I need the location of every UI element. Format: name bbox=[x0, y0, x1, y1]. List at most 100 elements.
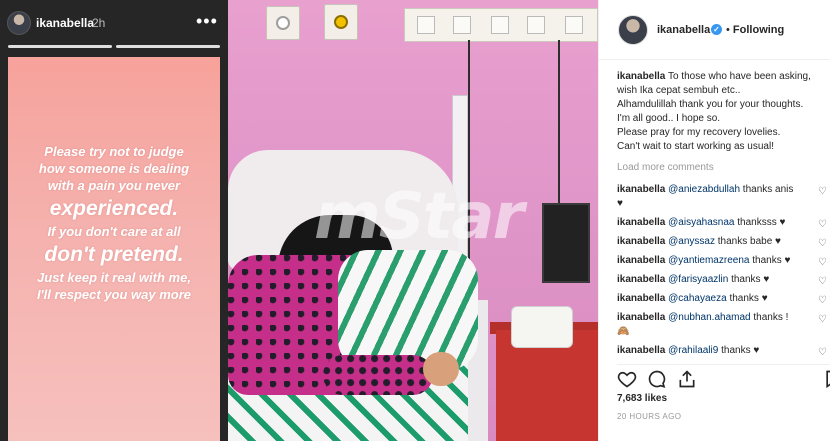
story-timestamp: 2h bbox=[92, 16, 106, 30]
speaker bbox=[542, 203, 590, 283]
post-header: ikanabella ✓ • Following bbox=[599, 0, 830, 60]
socket-icon bbox=[491, 16, 509, 34]
person-hand bbox=[423, 352, 459, 386]
comment-username[interactable]: ikanabella bbox=[617, 217, 665, 228]
comment-like-icon[interactable]: ♡ bbox=[818, 346, 827, 360]
story-username[interactable]: ikanabella bbox=[36, 16, 94, 30]
comment-mention[interactable]: @cahayaeza bbox=[668, 293, 727, 304]
comment-like-icon[interactable]: ♡ bbox=[818, 313, 827, 327]
comment-icon[interactable] bbox=[647, 369, 667, 389]
follow-status[interactable]: • Following bbox=[726, 24, 784, 36]
wall-outlet-yellow bbox=[324, 4, 358, 40]
comment-like-icon[interactable]: ♡ bbox=[818, 185, 827, 199]
story-quote-line: I'll respect you way more bbox=[36, 287, 192, 302]
striped-pillow bbox=[338, 250, 478, 370]
comment-like-icon[interactable]: ♡ bbox=[818, 256, 827, 270]
post-timestamp: 20 HOURS AGO bbox=[617, 412, 682, 421]
comment-username[interactable]: ikanabella bbox=[617, 184, 665, 195]
story-progress-segment bbox=[116, 45, 220, 48]
story-quote-line: Just keep it real with me, bbox=[37, 270, 191, 285]
comment-row: ikanabella @cahayaeza thanks ♥ ♡ bbox=[617, 292, 827, 306]
comment-text: thanks ♥ bbox=[726, 293, 768, 304]
person-arm bbox=[323, 355, 433, 395]
comment-username[interactable]: ikanabella bbox=[617, 312, 665, 323]
likes-count[interactable]: 7,683 likes bbox=[617, 393, 667, 404]
comment-mention[interactable]: @anyssaz bbox=[668, 236, 715, 247]
post-sidebar: ikanabella ✓ • Following ikanabella To t… bbox=[598, 0, 830, 441]
comment-text: thanks ♥ bbox=[728, 274, 770, 285]
comment-row: ikanabella @anyssaz thanks babe ♥ ♡ bbox=[617, 235, 827, 249]
caption-line: wish Ika cepat sembuh etc.. bbox=[617, 85, 741, 96]
share-icon[interactable] bbox=[677, 369, 697, 389]
wall-outlet bbox=[266, 6, 300, 40]
story-avatar[interactable] bbox=[7, 11, 31, 35]
story-quote-line: If you don't care at all bbox=[47, 224, 181, 239]
story-header: ikanabella 2h ••• bbox=[0, 0, 228, 46]
comment-mention[interactable]: @yantiemazreena bbox=[668, 255, 749, 266]
comment-mention[interactable]: @aniezabdullah bbox=[668, 184, 740, 195]
caption-line: Alhamdulillah thank you for your thought… bbox=[617, 99, 804, 110]
comment-mention[interactable]: @aisyahasnaa bbox=[668, 217, 734, 228]
socket-icon bbox=[417, 16, 435, 34]
separator-dot: • bbox=[726, 24, 730, 36]
post-photo[interactable]: mStar bbox=[228, 0, 598, 441]
story-quote-line: don't pretend. bbox=[44, 243, 184, 266]
more-options-icon[interactable]: ••• bbox=[196, 12, 218, 30]
story-text-card[interactable]: Please try not to judge how someone is de… bbox=[8, 57, 220, 441]
story-progress-bars bbox=[8, 45, 220, 48]
post-username[interactable]: ikanabella bbox=[657, 24, 710, 36]
comment-row: ikanabella @rahilaali9 thanks ♥ ♡ bbox=[617, 344, 827, 358]
comments-list: ikanabella @aniezabdullah thanks anis ♥ ♡ i… bbox=[617, 183, 830, 363]
comment-text: thanksss ♥ bbox=[734, 217, 786, 228]
comment-emoji: 🙈 bbox=[617, 326, 630, 337]
watermark-logo: mStar bbox=[314, 180, 524, 254]
following-button[interactable]: Following bbox=[733, 24, 784, 36]
comment-row: ikanabella @aniezabdullah thanks anis ♥ ♡ bbox=[617, 183, 827, 211]
caption-line: I'm all good.. I hope so. bbox=[617, 113, 721, 124]
story-quote-line: Please try not to judge bbox=[44, 144, 184, 159]
comment-like-icon[interactable]: ♡ bbox=[818, 218, 827, 232]
comment-mention[interactable]: @farisyaazlin bbox=[668, 274, 728, 285]
action-bar bbox=[617, 364, 830, 390]
comment-username[interactable]: ikanabella bbox=[617, 236, 665, 247]
caption-text: To those who have been asking, wish Ika c… bbox=[617, 71, 811, 152]
story-quote-line: experienced. bbox=[49, 197, 179, 220]
post-caption: ikanabella To those who have been asking… bbox=[617, 70, 829, 154]
post-avatar[interactable] bbox=[618, 15, 648, 45]
caption-line: Can't wait to start working as usual! bbox=[617, 141, 774, 152]
comment-like-icon[interactable]: ♡ bbox=[818, 294, 827, 308]
comment-row: ikanabella @nubhan.ahamad thanks ! 🙈 ♡ bbox=[617, 311, 827, 339]
outlet-dot-icon bbox=[276, 16, 290, 30]
comment-text: thanks babe ♥ bbox=[714, 236, 781, 247]
comment-username[interactable]: ikanabella bbox=[617, 345, 665, 356]
comment-username[interactable]: ikanabella bbox=[617, 293, 665, 304]
caption-line: To those who have been asking, bbox=[667, 71, 811, 82]
comment-mention[interactable]: @nubhan.ahamad bbox=[668, 312, 750, 323]
socket-icon bbox=[453, 16, 471, 34]
comment-row: ikanabella @yantiemazreena thanks ♥ ♡ bbox=[617, 254, 827, 268]
story-quote: Please try not to judge how someone is de… bbox=[8, 143, 220, 303]
comment-mention[interactable]: @rahilaali9 bbox=[668, 345, 718, 356]
comment-username[interactable]: ikanabella bbox=[617, 274, 665, 285]
heart-icon[interactable] bbox=[617, 369, 637, 389]
instagram-story-post-composite: ikanabella 2h ••• Please try not to judg… bbox=[0, 0, 830, 441]
comment-text: thanks ♥ bbox=[749, 255, 791, 266]
power-strip bbox=[404, 8, 598, 42]
story-quote-line: with a pain you never bbox=[47, 178, 181, 193]
story-quote-line: how someone is dealing bbox=[38, 161, 190, 176]
bookmark-icon[interactable] bbox=[823, 369, 830, 389]
socket-icon bbox=[565, 16, 583, 34]
comment-like-icon[interactable]: ♡ bbox=[818, 237, 827, 251]
story-panel: ikanabella 2h ••• Please try not to judg… bbox=[0, 0, 228, 441]
outlet-yellow-icon bbox=[334, 15, 348, 29]
comment-username[interactable]: ikanabella bbox=[617, 255, 665, 266]
comment-like-icon[interactable]: ♡ bbox=[818, 275, 827, 289]
story-progress-segment bbox=[8, 45, 112, 48]
comment-row: ikanabella @farisyaazlin thanks ♥ ♡ bbox=[617, 273, 827, 287]
comment-text: thanks anis bbox=[740, 184, 794, 195]
comment-emoji: ♥ bbox=[617, 198, 623, 209]
caption-username[interactable]: ikanabella bbox=[617, 71, 665, 82]
load-more-comments-link[interactable]: Load more comments bbox=[617, 162, 714, 173]
telephone bbox=[511, 306, 573, 348]
verified-badge-icon: ✓ bbox=[711, 24, 722, 35]
